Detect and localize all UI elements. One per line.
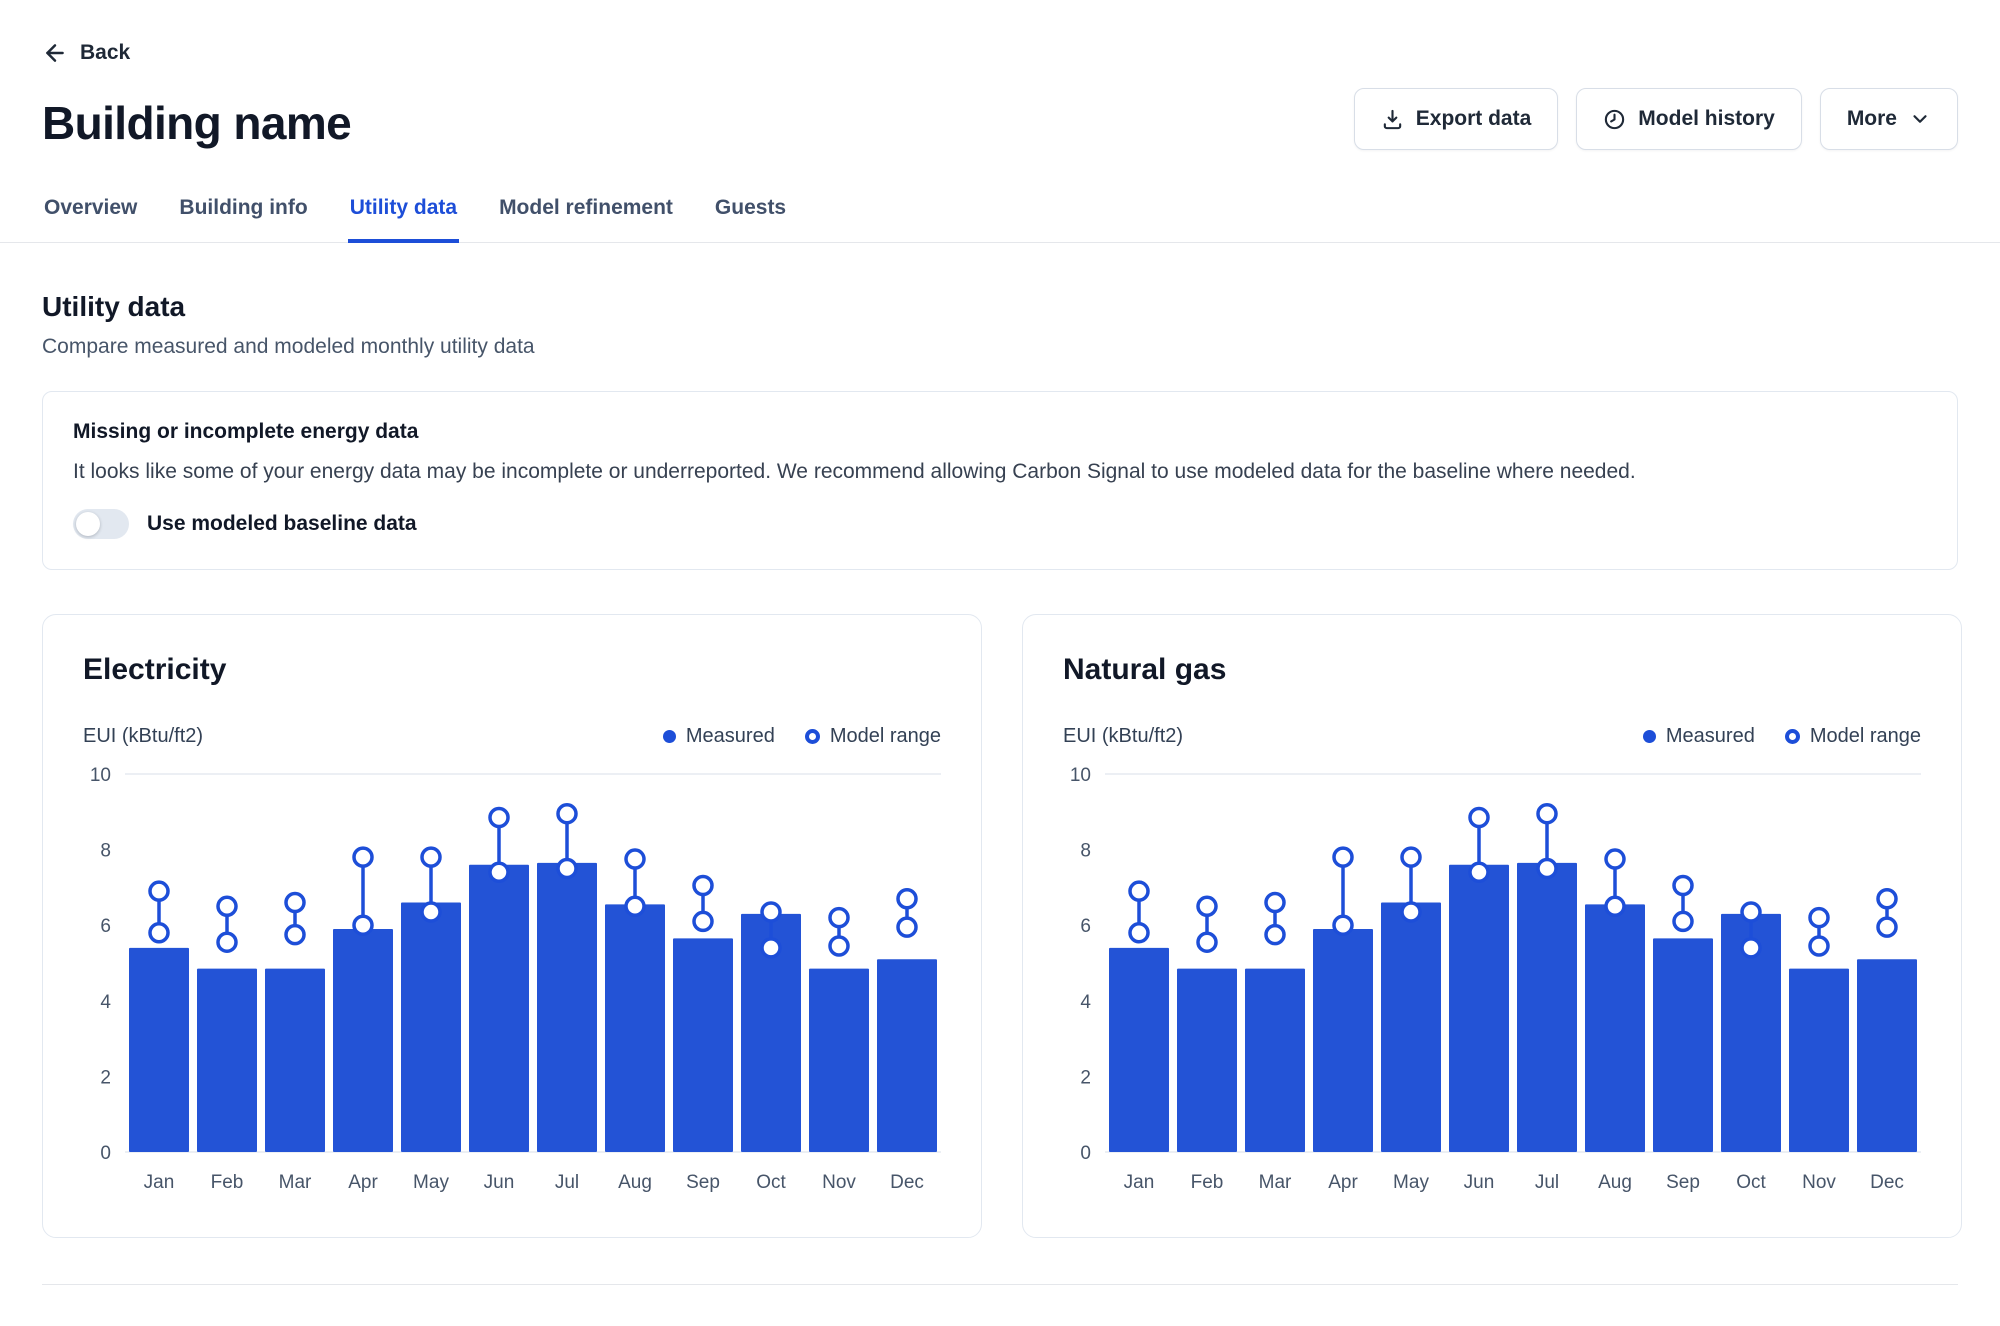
svg-text:2: 2 [1080,1068,1091,1089]
svg-text:10: 10 [90,765,111,786]
tab-bar: Overview Building info Utility data Model r… [0,184,2000,243]
model-history-label: Model history [1638,107,1775,131]
model-range-ring-icon [1785,729,1800,744]
tab-building-info[interactable]: Building info [177,184,309,243]
toggle-knob [76,512,100,536]
chart-canvas: 0 2 4 6 8 10 Jan Feb Mar Apr May Jun Jul Aug Sep Oct Nov… [1063,758,1921,1206]
page-header: Back Building name Export data Model his… [0,0,2000,150]
svg-text:Jan: Jan [1124,1172,1155,1193]
legend-measured: Measured [1643,725,1755,748]
section-title: Utility data [42,291,1958,323]
legend-model-range: Model range [1785,725,1921,748]
svg-text:6: 6 [1080,917,1091,938]
svg-text:Nov: Nov [822,1172,856,1193]
clock-icon [1603,108,1626,131]
missing-data-alert: Missing or incomplete energy data It loo… [42,391,1958,570]
svg-text:Dec: Dec [1870,1172,1904,1193]
alert-body: It looks like some of your energy data m… [73,457,1927,487]
electricity-chart-card: Electricity EUI (kBtu/ft2) Measured Mode… [42,614,982,1238]
svg-text:Oct: Oct [756,1172,786,1193]
svg-text:Aug: Aug [1598,1172,1632,1193]
svg-text:0: 0 [1080,1143,1091,1164]
model-range-ring-icon [805,729,820,744]
natural-gas-chart: 0 2 4 6 8 10 Jan Feb Mar Apr May Jun Jul Aug Sep Oct Nov… [1063,758,1921,1211]
toggle-label: Use modeled baseline data [147,512,417,536]
back-label: Back [80,41,130,65]
download-icon [1381,108,1404,131]
svg-text:10: 10 [1070,765,1091,786]
tab-model-refinement[interactable]: Model refinement [497,184,675,243]
svg-text:May: May [413,1172,449,1193]
y-axis-label: EUI (kBtu/ft2) [83,725,203,748]
electricity-chart: 0 2 4 6 8 10 Jan Feb Mar Apr May Jun Jul Aug Sep Oct Nov… [83,758,941,1211]
svg-text:Jun: Jun [1464,1172,1495,1193]
model-history-button[interactable]: Model history [1576,88,1802,150]
svg-text:4: 4 [100,992,111,1013]
legend-model-range-label: Model range [830,725,941,748]
svg-text:Feb: Feb [211,1172,244,1193]
svg-text:8: 8 [1080,841,1091,862]
natural-gas-chart-card: Natural gas EUI (kBtu/ft2) Measured Mode… [1022,614,1962,1238]
export-data-label: Export data [1416,107,1532,131]
svg-text:4: 4 [1080,992,1091,1013]
svg-text:Jul: Jul [1535,1172,1559,1193]
svg-text:Aug: Aug [618,1172,652,1193]
svg-text:Nov: Nov [1802,1172,1836,1193]
more-button[interactable]: More [1820,88,1958,150]
svg-text:8: 8 [100,841,111,862]
legend-measured: Measured [663,725,775,748]
svg-text:Jul: Jul [555,1172,579,1193]
svg-text:6: 6 [100,917,111,938]
svg-text:Dec: Dec [890,1172,924,1193]
chart-title-natural-gas: Natural gas [1063,653,1921,687]
tab-overview[interactable]: Overview [42,184,139,243]
tab-guests[interactable]: Guests [713,184,788,243]
svg-text:Mar: Mar [1259,1172,1292,1193]
chart-legend: Measured Model range [663,725,941,748]
header-actions: Export data Model history More [1354,88,1958,150]
chart-legend: Measured Model range [1643,725,1921,748]
alert-title: Missing or incomplete energy data [73,420,1927,444]
svg-text:0: 0 [100,1143,111,1164]
legend-model-range-label: Model range [1810,725,1921,748]
arrow-left-icon [42,40,68,66]
more-label: More [1847,107,1897,131]
svg-text:Apr: Apr [1328,1172,1358,1193]
legend-measured-label: Measured [686,725,775,748]
page-title: Building name [42,96,351,150]
measured-dot-icon [1643,730,1656,743]
svg-text:Sep: Sep [1666,1172,1700,1193]
measured-dot-icon [663,730,676,743]
svg-text:Jan: Jan [144,1172,175,1193]
section-subtitle: Compare measured and modeled monthly uti… [42,335,1958,359]
svg-text:Mar: Mar [279,1172,312,1193]
tab-utility-data[interactable]: Utility data [348,184,459,243]
export-data-button[interactable]: Export data [1354,88,1559,150]
y-axis-label: EUI (kBtu/ft2) [1063,725,1183,748]
svg-text:2: 2 [100,1068,111,1089]
svg-text:May: May [1393,1172,1429,1193]
legend-model-range: Model range [805,725,941,748]
main-content: Utility data Compare measured and modele… [0,291,2000,1285]
bottom-divider [42,1284,1958,1285]
svg-text:Apr: Apr [348,1172,378,1193]
legend-measured-label: Measured [1666,725,1755,748]
use-modeled-baseline-toggle[interactable] [73,509,129,539]
svg-text:Jun: Jun [484,1172,515,1193]
svg-text:Oct: Oct [1736,1172,1766,1193]
svg-text:Feb: Feb [1191,1172,1224,1193]
chart-title-electricity: Electricity [83,653,941,687]
chart-canvas: 0 2 4 6 8 10 Jan Feb Mar Apr May Jun Jul Aug Sep Oct Nov… [83,758,941,1206]
svg-text:Sep: Sep [686,1172,720,1193]
chevron-down-icon [1909,108,1931,130]
back-button[interactable]: Back [42,0,130,66]
